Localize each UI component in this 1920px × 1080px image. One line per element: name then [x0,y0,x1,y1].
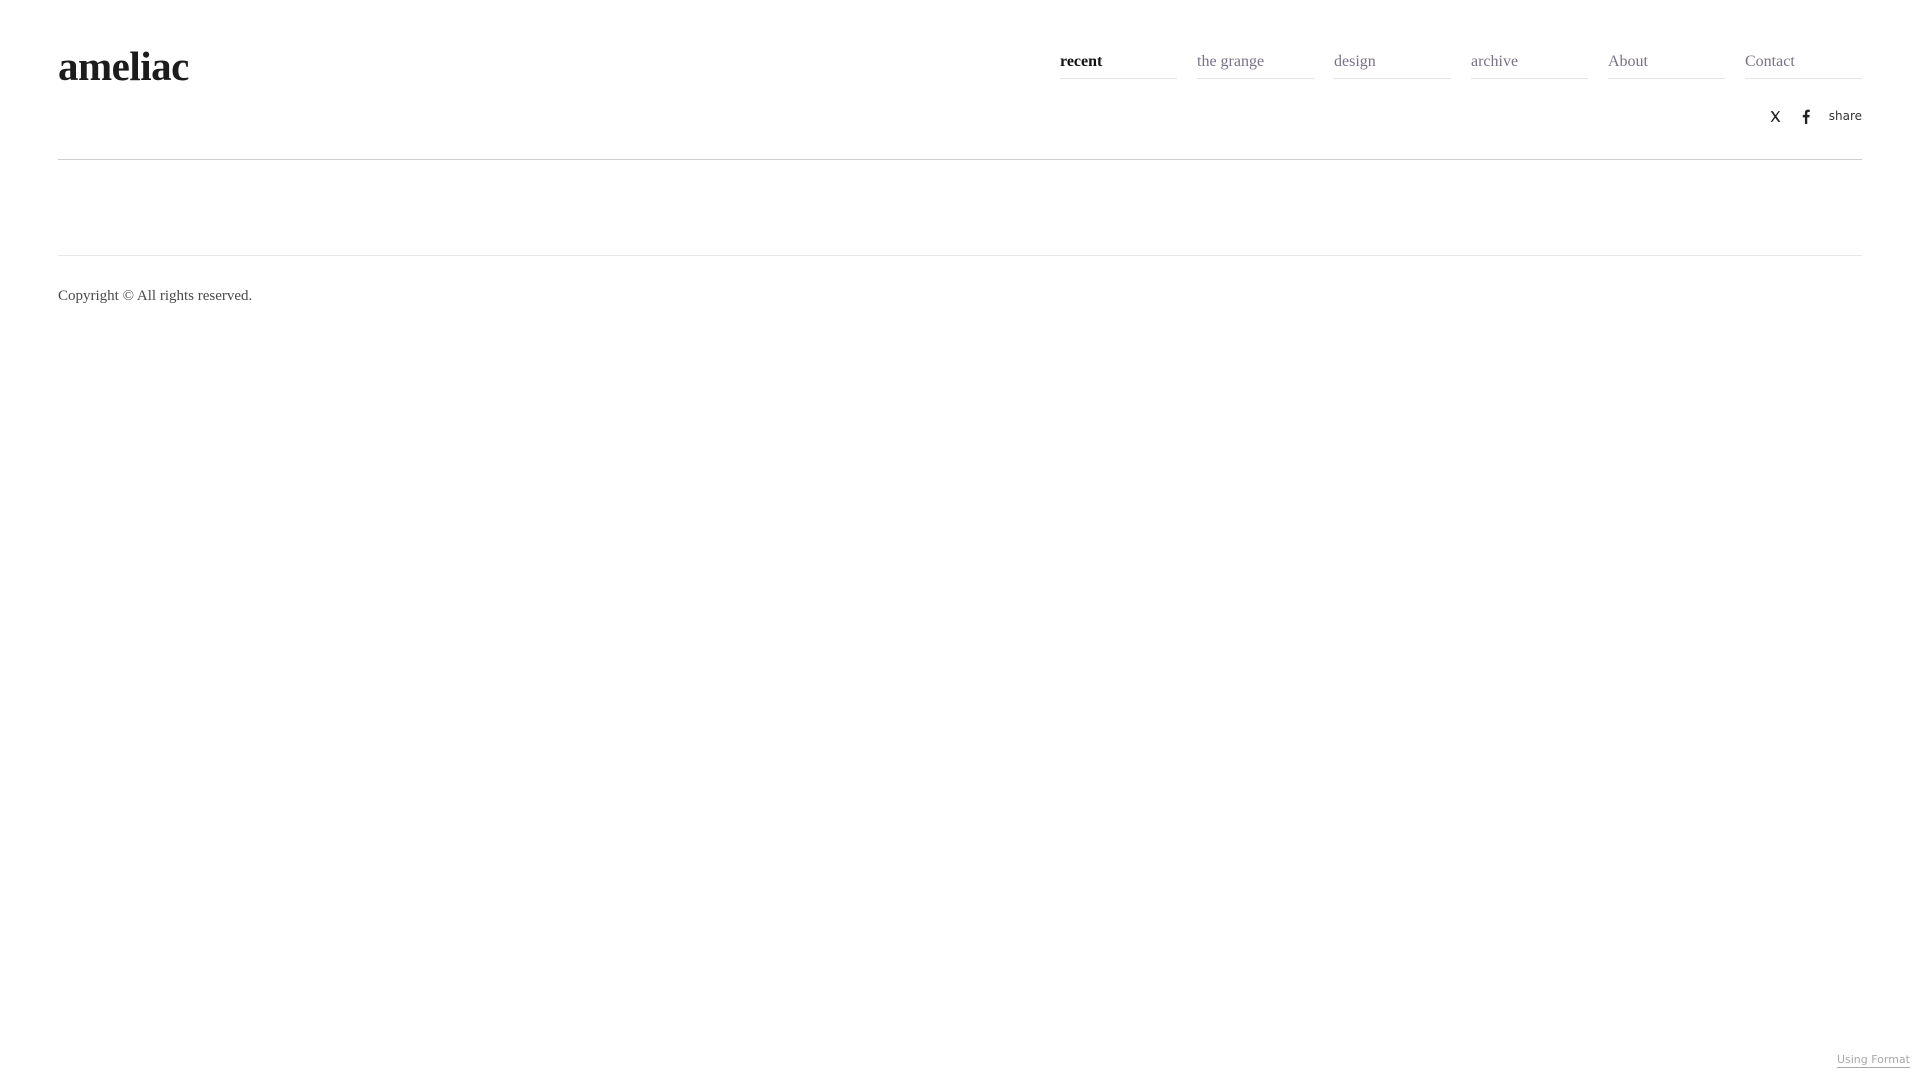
nav-item-recent[interactable]: recent [1060,52,1177,79]
page: ameliac recent the grange design archive… [0,0,1920,1080]
nav-item-archive[interactable]: archive [1471,52,1588,79]
using-format-link[interactable]: Using Format [1836,1053,1910,1068]
nav-item-contact[interactable]: Contact [1745,52,1862,79]
site-header: ameliac recent the grange design archive… [58,0,1862,160]
x-icon[interactable] [1769,109,1783,123]
share-label[interactable]: share [1829,109,1862,123]
nav-item-about[interactable]: About [1608,52,1725,79]
header-divider [58,159,1862,160]
facebook-icon[interactable] [1799,109,1813,124]
copyright-text: Copyright © All rights reserved. [58,288,253,304]
nav-item-design[interactable]: design [1334,52,1451,79]
nav-item-the-grange[interactable]: the grange [1197,52,1314,79]
footer-divider [58,255,1862,256]
main-nav: recent the grange design archive About C… [1060,52,1862,79]
site-title-link[interactable]: ameliac [58,46,189,87]
share-bar: share [1769,109,1862,124]
